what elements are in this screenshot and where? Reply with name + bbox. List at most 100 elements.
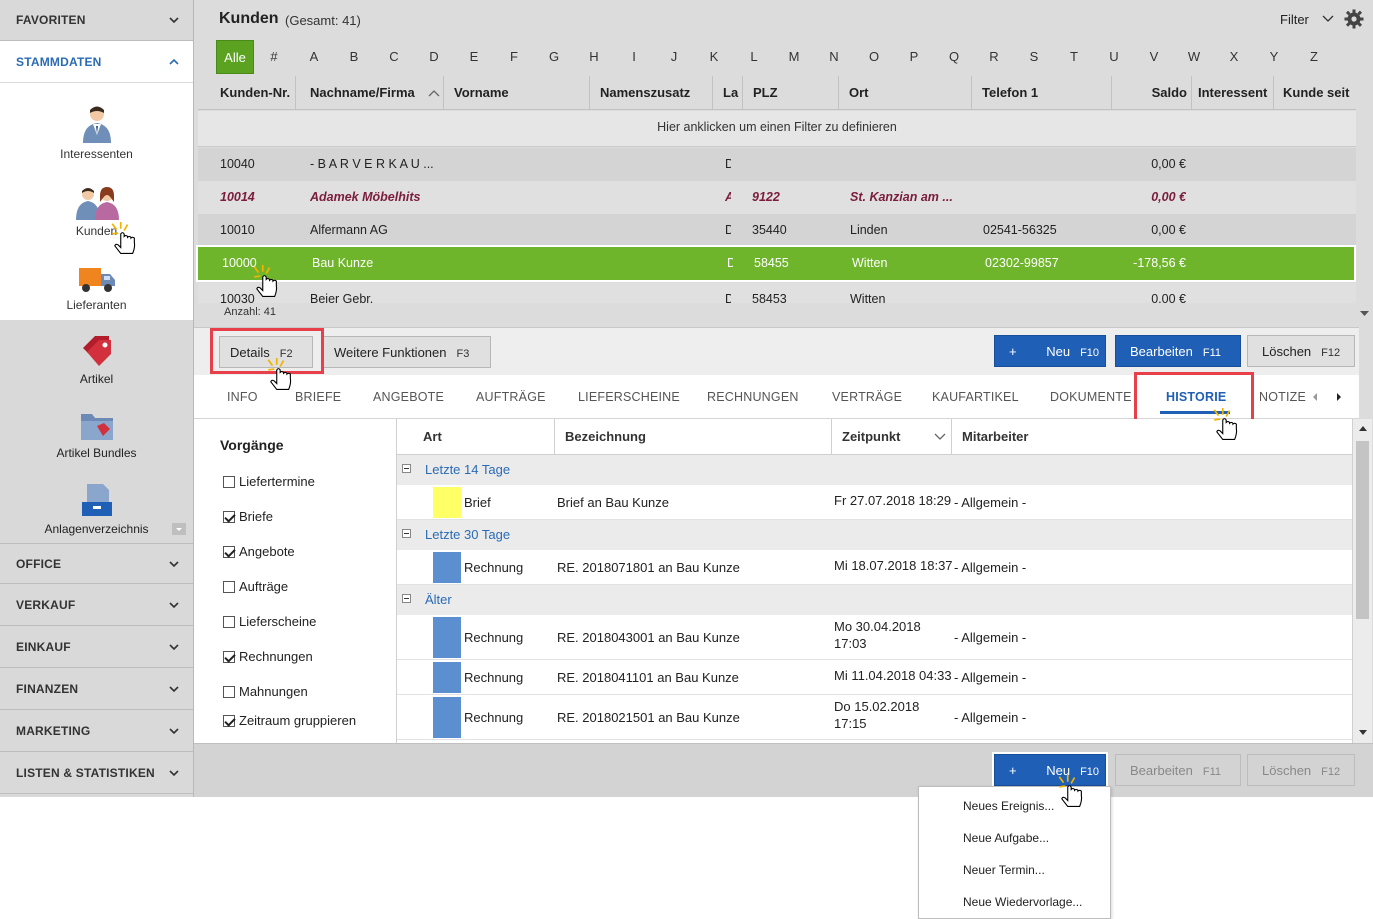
- group-header[interactable]: Letzte 30 Tage: [397, 520, 1352, 550]
- menu-item-neues-ereignis[interactable]: Neues Ereignis...: [963, 799, 1054, 813]
- sidebar-item-artikel-bundles[interactable]: Artikel Bundles: [0, 410, 193, 460]
- col-bezeichnung[interactable]: Bezeichnung: [555, 419, 832, 455]
- filter-button[interactable]: Filter: [1280, 12, 1309, 27]
- sidebar-section-office[interactable]: OFFICE: [0, 543, 193, 584]
- checkbox-box[interactable]: [223, 714, 235, 727]
- alphabet-letter[interactable]: R: [974, 40, 1014, 74]
- tab-scroll-right-icon[interactable]: [1335, 392, 1343, 402]
- checkbox-2[interactable]: Angebote: [223, 544, 295, 559]
- checkbox-box[interactable]: [223, 685, 235, 698]
- history-row[interactable]: Brief Brief an Bau Kunze Fr 27.07.2018 18:…: [397, 485, 1352, 520]
- alphabet-letter[interactable]: I: [614, 40, 654, 74]
- checkbox-6[interactable]: Mahnungen: [223, 684, 308, 699]
- alphabet-letter[interactable]: J: [654, 40, 694, 74]
- table-row[interactable]: 10040 - B A R V E R K A U ... D 0,00 €: [198, 148, 1356, 181]
- history-loeschen-button[interactable]: Löschen F12: [1247, 754, 1355, 786]
- col-kunde-seit[interactable]: Kunde seit: [1274, 76, 1356, 110]
- sidebar-section-favoriten[interactable]: FAVORITEN: [0, 0, 193, 41]
- alphabet-letter[interactable]: B: [334, 40, 374, 74]
- alphabet-letter[interactable]: S: [1014, 40, 1054, 74]
- alphabet-letter[interactable]: #: [254, 40, 294, 74]
- tab-dokumente[interactable]: DOKUMENTE: [1050, 390, 1132, 404]
- group-header[interactable]: Letzte 14 Tage: [397, 455, 1352, 485]
- checkbox-box[interactable]: [223, 510, 235, 523]
- col-zeitpunkt[interactable]: Zeitpunkt: [832, 419, 952, 455]
- tab-auftraege[interactable]: AUFTRÄGE: [476, 390, 546, 404]
- col-telefon[interactable]: Telefon 1: [972, 76, 1112, 110]
- alphabet-letter[interactable]: A: [294, 40, 334, 74]
- neu-button[interactable]: + Neu F10: [994, 335, 1106, 367]
- tab-scroll-left-icon[interactable]: [1311, 392, 1319, 402]
- chevron-down-icon[interactable]: [1322, 13, 1334, 23]
- alphabet-letter[interactable]: G: [534, 40, 574, 74]
- alphabet-letter[interactable]: Q: [934, 40, 974, 74]
- history-row[interactable]: Rechnung RE. 2018043001 an Bau Kunze Mo 30…: [397, 615, 1352, 660]
- alphabet-letter[interactable]: U: [1094, 40, 1134, 74]
- alphabet-letter[interactable]: E: [454, 40, 494, 74]
- sidebar-section-listen-statistiken[interactable]: LISTEN & STATISTIKEN: [0, 753, 193, 794]
- col-plz[interactable]: PLZ: [743, 76, 839, 110]
- col-interessent[interactable]: Interessent: [1192, 76, 1274, 110]
- col-art[interactable]: Art: [397, 419, 555, 455]
- alphabet-letter[interactable]: L: [734, 40, 774, 74]
- alphabet-letter[interactable]: Z: [1294, 40, 1334, 74]
- checkbox-5[interactable]: Rechnungen: [223, 649, 313, 664]
- filter-row[interactable]: Hier anklicken um einen Filter zu defini…: [198, 111, 1356, 147]
- col-vorname[interactable]: Vorname: [444, 76, 590, 110]
- sidebar-section-einkauf[interactable]: EINKAUF: [0, 627, 193, 668]
- weitere-funktionen-button[interactable]: Weitere Funktionen F3: [323, 336, 491, 368]
- tab-lieferscheine[interactable]: LIEFERSCHEINE: [578, 390, 680, 404]
- horizontal-scrollbar[interactable]: [198, 303, 1356, 323]
- checkbox-1[interactable]: Briefe: [223, 509, 273, 524]
- alphabet-letter[interactable]: F: [494, 40, 534, 74]
- group-header[interactable]: Älter: [397, 585, 1352, 615]
- alphabet-letter[interactable]: W: [1174, 40, 1214, 74]
- table-row[interactable]: 10030 Beier Gebr. D 58453 Witten 0,00 €: [198, 283, 1356, 303]
- checkbox-box[interactable]: [223, 580, 235, 593]
- sidebar-section-finanzen[interactable]: FINANZEN: [0, 669, 193, 710]
- scroll-down-icon[interactable]: [1353, 727, 1373, 739]
- sidebar-item-anlagenverzeichnis[interactable]: Anlagenverzeichnis: [0, 482, 193, 536]
- history-row[interactable]: Rechnung RE. 2018041101 an Bau Kunze Mi 11…: [397, 660, 1352, 695]
- table-row[interactable]: 10010 Alfermann AG D 35440 Linden 02541-56325…: [198, 214, 1356, 247]
- table-row[interactable]: 10014 Adamek Möbelhits A 9122 St. Kanzian am…: [198, 181, 1356, 214]
- alphabet-letter[interactable]: H: [574, 40, 614, 74]
- scroll-down-icon[interactable]: [1356, 308, 1373, 320]
- tab-rechnungen[interactable]: RECHNUNGEN: [707, 390, 799, 404]
- sidebar-item-artikel[interactable]: Artikel: [0, 332, 193, 386]
- vertical-scrollbar[interactable]: [1356, 40, 1373, 325]
- history-neu-button[interactable]: + Neu F10: [992, 752, 1108, 788]
- table-row[interactable]: 10000 Bau Kunze D 58455 Witten 02302-99857 -17…: [196, 245, 1356, 282]
- alphabet-letter[interactable]: K: [694, 40, 734, 74]
- checkbox-7[interactable]: Zeitraum gruppieren: [223, 713, 356, 728]
- collapse-icon[interactable]: [402, 594, 411, 603]
- history-row[interactable]: Rechnung RE. 2018071801 an Bau Kunze Mi 18…: [397, 550, 1352, 585]
- checkbox-0[interactable]: Liefertermine: [223, 474, 315, 489]
- alphabet-letter[interactable]: X: [1214, 40, 1254, 74]
- checkbox-3[interactable]: Aufträge: [223, 579, 288, 594]
- tab-briefe[interactable]: BRIEFE: [295, 390, 341, 404]
- collapse-icon[interactable]: [402, 529, 411, 538]
- loeschen-button[interactable]: Löschen F12: [1247, 335, 1355, 367]
- sidebar-item-kunden[interactable]: Kunden: [0, 186, 193, 238]
- col-land[interactable]: La: [713, 76, 743, 110]
- tab-angebote[interactable]: ANGEBOTE: [373, 390, 444, 404]
- sidebar-section-verkauf[interactable]: VERKAUF: [0, 585, 193, 626]
- collapse-icon[interactable]: [402, 464, 411, 473]
- tab-vertraege[interactable]: VERTRÄGE: [832, 390, 902, 404]
- col-mitarbeiter[interactable]: Mitarbeiter: [952, 419, 1352, 455]
- menu-item-neuer-termin[interactable]: Neuer Termin...: [963, 863, 1045, 877]
- history-row[interactable]: Rechnung RE. 2018021501 an Bau Kunze Do 15…: [397, 695, 1352, 740]
- sidebar-item-lieferanten[interactable]: Lieferanten: [0, 264, 193, 312]
- checkbox-box[interactable]: [223, 615, 235, 628]
- alphabet-letter[interactable]: N: [814, 40, 854, 74]
- sidebar-section-marketing[interactable]: MARKETING: [0, 711, 193, 752]
- alphabet-letter[interactable]: C: [374, 40, 414, 74]
- alphabet-letter[interactable]: P: [894, 40, 934, 74]
- sidebar-item-interessenten[interactable]: Interessenten: [0, 105, 193, 161]
- bearbeiten-button[interactable]: Bearbeiten F11: [1115, 335, 1241, 367]
- alphabet-letter[interactable]: T: [1054, 40, 1094, 74]
- gear-icon[interactable]: [1344, 9, 1364, 29]
- alphabet-letter[interactable]: O: [854, 40, 894, 74]
- sidebar-section-stammdaten[interactable]: STAMMDATEN: [0, 41, 193, 82]
